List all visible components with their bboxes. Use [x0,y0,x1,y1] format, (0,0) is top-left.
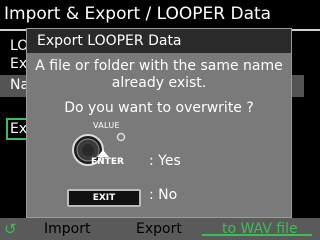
value-label: VALUE [93,121,120,130]
looper-screen: Import & Export / LOOPER Data LO Ex Na E… [0,0,320,240]
page-title: Import & Export / LOOPER Data [4,4,272,24]
dialog-message-line1: A file or folder with the same name [35,58,283,74]
header: Import & Export / LOOPER Data [0,0,320,31]
dialog-title: Export LOOPER Data [27,29,291,53]
tab-import[interactable]: Import [44,220,90,238]
menu-item-ex[interactable]: Ex [10,56,27,72]
exit-button[interactable]: EXIT [67,189,141,207]
yes-label: : Yes [149,153,181,169]
enter-arrow-icon [97,150,109,157]
refresh-icon[interactable]: ↺ [4,220,17,238]
active-tab-underline [202,234,312,236]
footer-tabs: ↺ Import Export to WAV file [0,218,320,240]
tab-export[interactable]: Export [136,220,182,238]
value-indicator-icon [116,132,126,142]
dialog-message-line2: already exist. [111,75,207,91]
dialog-question: Do you want to overwrite ? [64,100,254,116]
no-label: : No [149,187,178,203]
enter-label: ENTER [91,157,124,167]
overwrite-dialog: Export LOOPER Data A file or folder with… [26,28,292,218]
